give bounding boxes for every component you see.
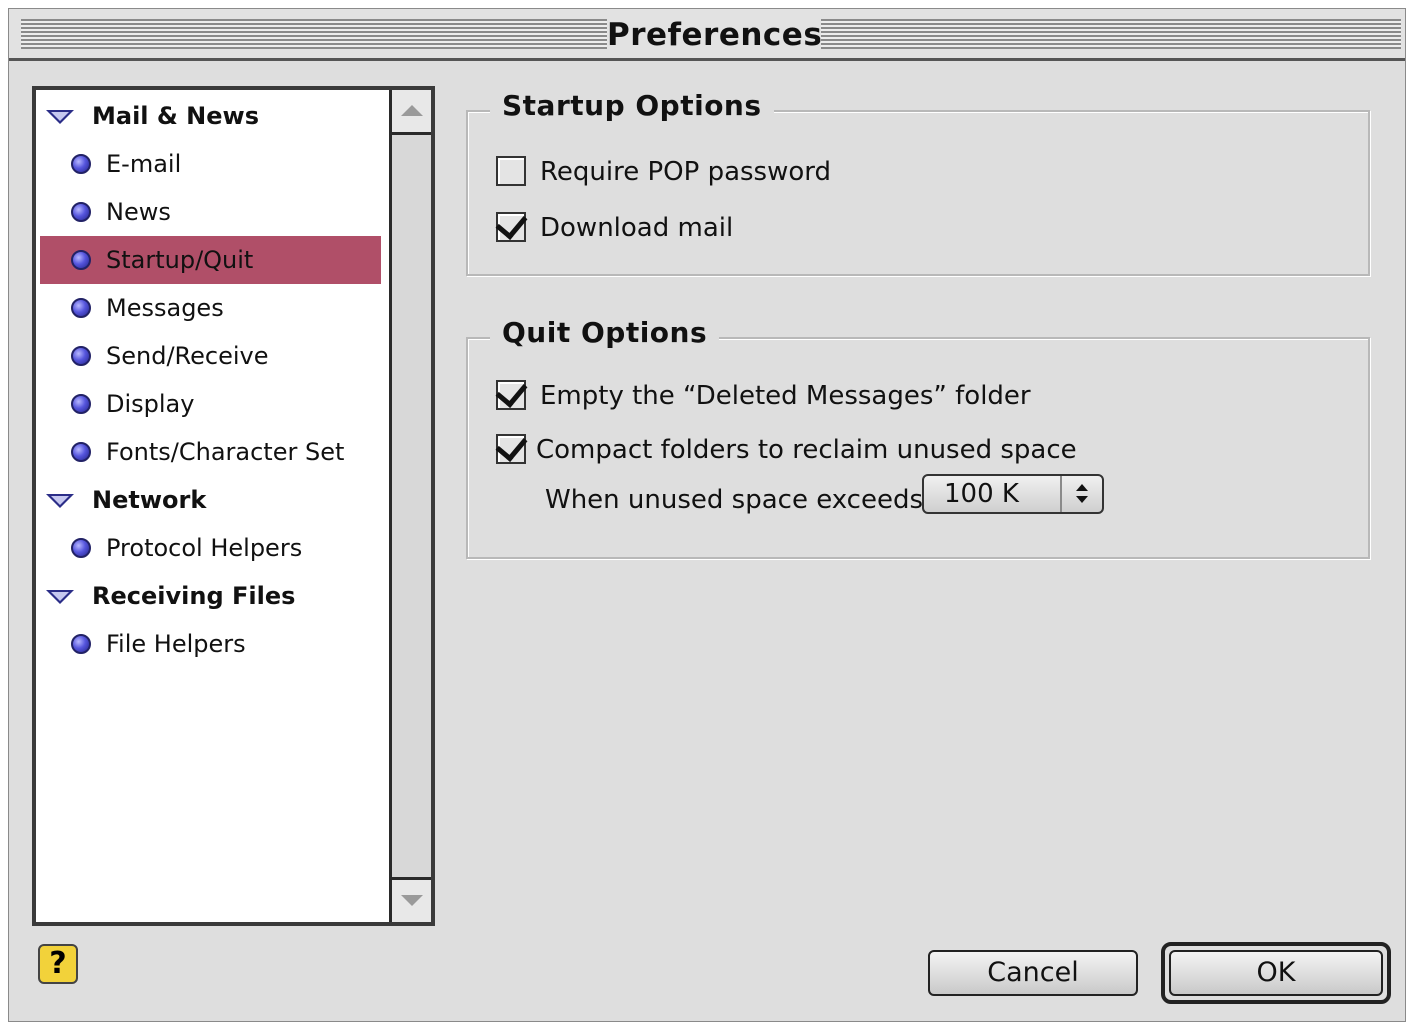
download-mail-label[interactable]: Download mail [540,210,733,246]
title-bar-stripes-right [821,19,1401,49]
sidebar-item-label: News [106,198,171,226]
cancel-button[interactable]: Cancel [928,950,1138,996]
compact-folders-checkbox[interactable] [495,429,528,464]
sidebar-category[interactable]: Receiving Files [40,572,381,620]
startup-options-group [466,110,1370,276]
checkmark-icon [495,429,528,462]
sidebar-item[interactable]: E-mail [40,140,381,188]
sidebar-item-label: E-mail [106,150,182,178]
category-list-content: Mail & News E-mail News Startup/Quit Message… [40,94,381,918]
sidebar-item-label: Startup/Quit [106,246,254,274]
sidebar-item[interactable]: Display [40,380,381,428]
list-scrollbar[interactable] [389,90,431,922]
empty-deleted-label[interactable]: Empty the “Deleted Messages” folder [540,378,1031,414]
sidebar-item-label: Send/Receive [106,342,269,370]
title-bar[interactable]: Preferences [9,9,1405,61]
popup-down-arrow-icon [1076,496,1088,503]
sidebar-item-label: Display [106,390,195,418]
threshold-value: 100 K [944,479,1019,509]
sidebar-item[interactable]: News [40,188,381,236]
threshold-popup[interactable]: 100 K [922,474,1104,514]
sidebar-item[interactable]: Send/Receive [40,332,381,380]
sidebar-item-label: Protocol Helpers [106,534,303,562]
sidebar-item-label: Receiving Files [92,582,296,610]
compact-folders-label[interactable]: Compact folders to reclaim unused space [536,432,1077,468]
bullet-icon [71,346,91,366]
disclosure-triangle-icon[interactable] [46,110,74,124]
scroll-down-button[interactable] [392,877,431,922]
checkmark-icon [495,375,528,408]
disclosure-triangle-icon[interactable] [46,590,74,604]
window-title: Preferences [607,13,822,57]
bullet-icon [71,202,91,222]
disclosure-triangle-icon[interactable] [46,494,74,508]
bullet-icon [71,538,91,558]
category-list: Mail & News E-mail News Startup/Quit Message… [32,86,435,926]
sidebar-category[interactable]: Mail & News [40,94,381,140]
popup-arrows-icon [1060,476,1102,512]
scroll-down-arrow-icon [401,895,423,906]
sidebar-item-label: Fonts/Character Set [106,438,345,466]
sidebar-item-label: Network [92,486,207,514]
sidebar-item-label: Messages [106,294,224,322]
threshold-label: When unused space exceeds: [545,485,932,515]
sidebar-item[interactable]: Startup/Quit [40,236,381,284]
help-icon[interactable]: ? [38,944,78,984]
require-pop-password-label[interactable]: Require POP password [540,154,831,190]
require-pop-password-checkbox[interactable] [496,156,526,186]
bullet-icon [71,442,91,462]
quit-options-title: Quit Options [490,315,720,351]
sidebar-item[interactable]: Fonts/Character Set [40,428,381,476]
bullet-icon [71,634,91,654]
sidebar-item[interactable]: Protocol Helpers [40,524,381,572]
sidebar-item-label: File Helpers [106,630,246,658]
sidebar-category[interactable]: Network [40,476,381,524]
ok-button[interactable]: OK [1169,950,1383,996]
help-glyph: ? [49,946,67,981]
bullet-icon [71,394,91,414]
bullet-icon [71,298,91,318]
scroll-up-arrow-icon [401,105,423,116]
startup-options-title: Startup Options [490,88,774,124]
sidebar-item[interactable]: File Helpers [40,620,381,668]
empty-deleted-checkbox[interactable] [495,375,528,410]
bullet-icon [71,154,91,174]
checkmark-icon [495,207,528,240]
title-bar-stripes-left [21,19,607,49]
scroll-up-button[interactable] [392,90,431,135]
sidebar-item[interactable]: Messages [40,284,381,332]
popup-up-arrow-icon [1076,484,1088,491]
sidebar-item-label: Mail & News [92,102,259,130]
download-mail-checkbox[interactable] [495,207,528,242]
bullet-icon [71,250,91,270]
scroll-track[interactable] [392,135,431,877]
